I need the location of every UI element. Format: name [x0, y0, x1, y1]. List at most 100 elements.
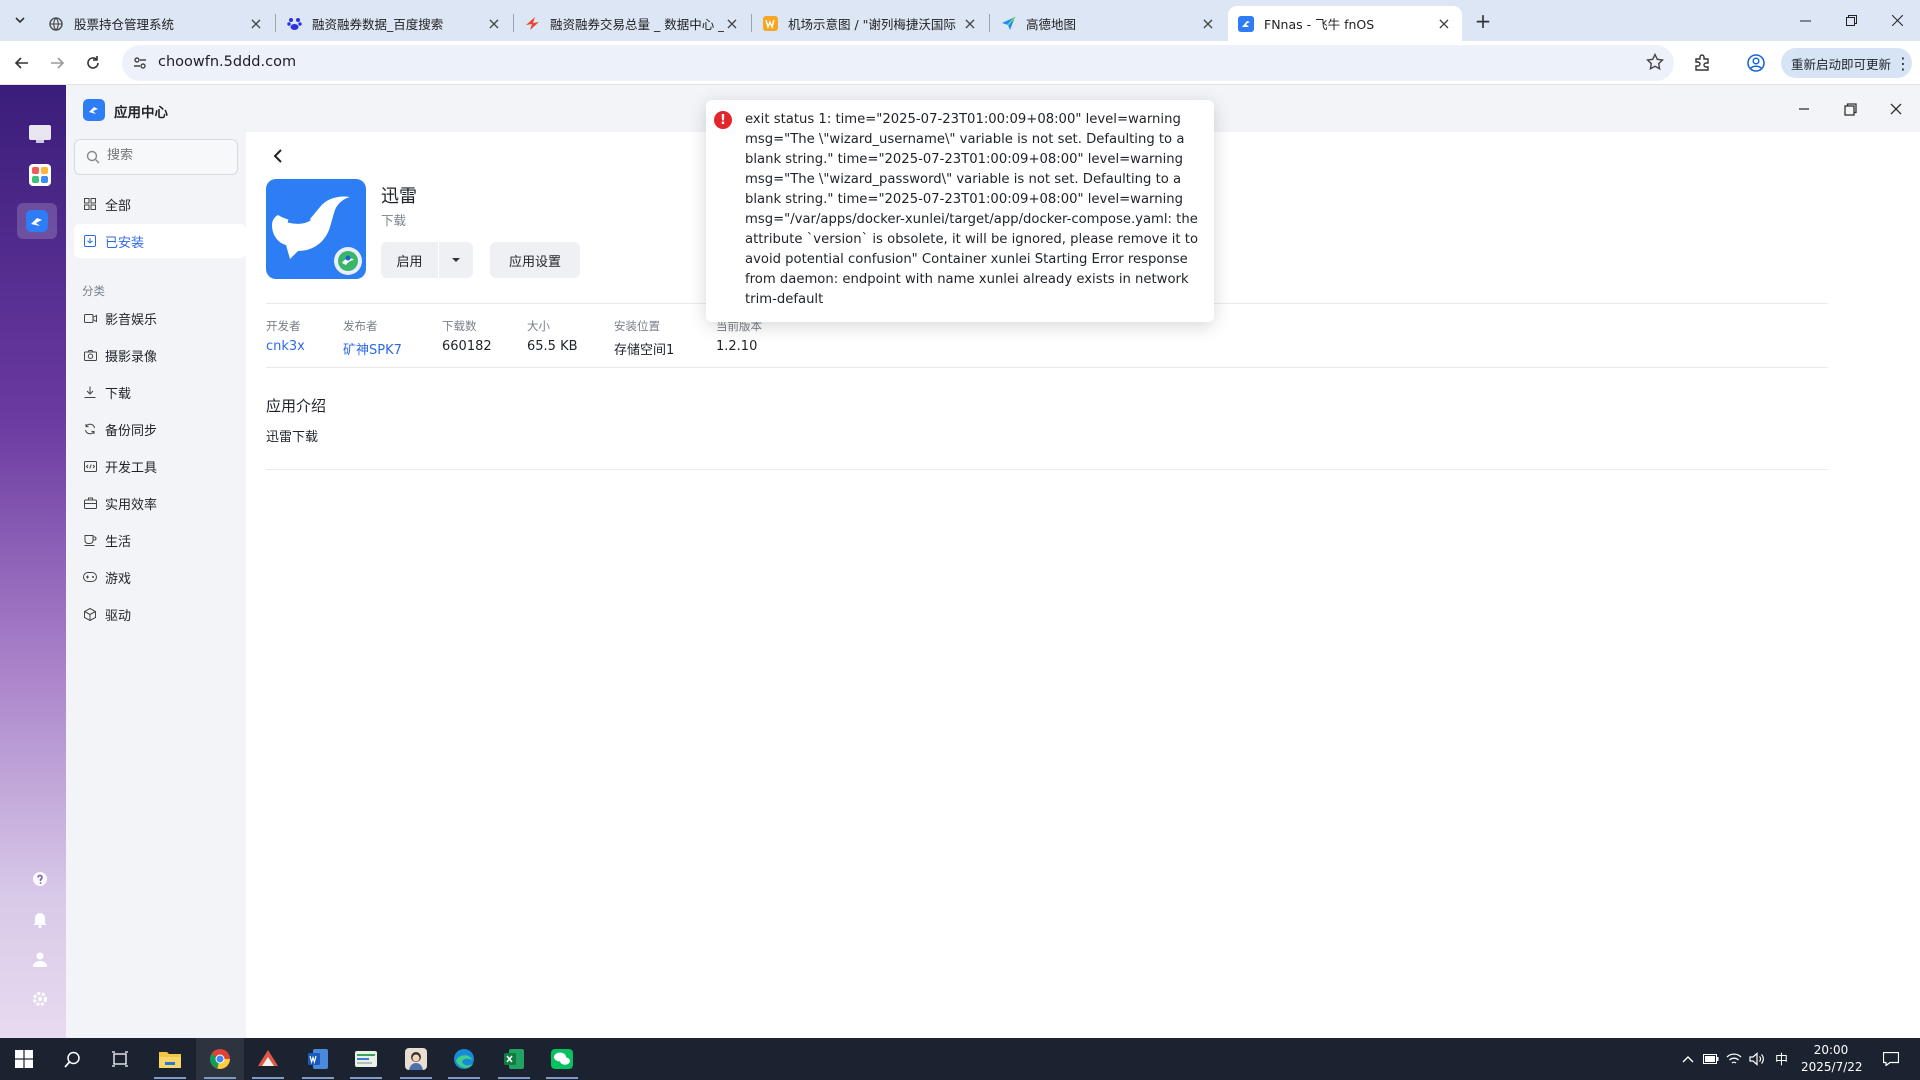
tab-search-button[interactable] — [7, 8, 33, 32]
nav-category-drivers[interactable]: 驱动 — [74, 597, 246, 631]
nav-label: 摄影录像 — [105, 349, 158, 365]
browser-tab[interactable]: 融资融券数据_百度搜索 × — [276, 6, 512, 41]
foxmail-icon[interactable] — [244, 1038, 292, 1080]
tab-title: 融资融券交易总量 _ 数据中心 _ — [550, 17, 724, 32]
ime-indicator[interactable]: 中 — [1775, 1049, 1788, 1068]
video-icon — [83, 311, 97, 325]
browser-tab[interactable]: 股票持仓管理系统 × — [38, 6, 274, 41]
help-icon[interactable] — [31, 870, 49, 888]
new-tab-button[interactable]: + — [1469, 9, 1497, 33]
extensions-icon[interactable] — [1688, 49, 1716, 77]
action-center-icon[interactable] — [1882, 1050, 1900, 1068]
nav-category-media[interactable]: 影音娱乐 — [74, 301, 246, 335]
nav-category-download[interactable]: 下载 — [74, 375, 246, 409]
meta-value: 65.5 KB — [527, 339, 578, 354]
close-tab-icon[interactable]: × — [1436, 14, 1452, 33]
search-box[interactable] — [74, 139, 238, 175]
nav-installed[interactable]: 已安装 — [74, 224, 246, 258]
minimize-window-button[interactable] — [1782, 0, 1828, 40]
edge-icon[interactable] — [440, 1038, 488, 1080]
url-text[interactable]: choowfn.5ddd.com — [158, 54, 296, 70]
eastmoney-icon — [524, 16, 540, 32]
back-button[interactable] — [8, 49, 36, 77]
divider — [266, 469, 1828, 470]
apps-grid-icon[interactable] — [27, 162, 53, 188]
tab-title: 融资融券数据_百度搜索 — [312, 17, 444, 32]
app-settings-button[interactable]: 应用设置 — [490, 242, 580, 278]
system-clock[interactable]: 20:00 2025/7/22 — [1801, 1042, 1863, 1076]
app-name: 迅雷 — [381, 186, 417, 207]
briefcase-icon — [83, 496, 97, 510]
file-explorer-icon[interactable] — [146, 1038, 194, 1080]
close-window-button[interactable] — [1874, 0, 1920, 40]
window-title: 应用中心 — [114, 105, 168, 121]
forward-button[interactable] — [43, 49, 71, 77]
reload-button[interactable] — [79, 49, 107, 77]
meta-value: 1.2.10 — [716, 339, 758, 354]
settings-gear-icon[interactable] — [31, 990, 49, 1008]
more-menu-icon: ⋮ — [1895, 53, 1911, 73]
nav-category-games[interactable]: 游戏 — [74, 560, 246, 594]
word-icon[interactable] — [294, 1038, 342, 1080]
error-message: exit status 1: time="2025-07-23T01:00:09… — [745, 112, 1199, 307]
wechat-icon[interactable] — [538, 1038, 586, 1080]
nav-category-devtools[interactable]: 开发工具 — [74, 449, 246, 483]
nav-label: 下载 — [105, 386, 132, 402]
clock-date: 2025/7/22 — [1801, 1060, 1863, 1074]
close-tab-icon[interactable]: × — [486, 14, 502, 33]
back-arrow-icon[interactable] — [272, 148, 288, 166]
window-close-button[interactable] — [1886, 99, 1906, 119]
publisher-link[interactable]: 矿神SPK7 — [343, 339, 402, 358]
nav-category-backup[interactable]: 备份同步 — [74, 412, 246, 446]
nav-all[interactable]: 全部 — [74, 187, 246, 221]
close-tab-icon[interactable]: × — [248, 14, 264, 33]
fnnas-app-icon[interactable] — [342, 1038, 390, 1080]
close-tab-icon[interactable]: × — [1200, 14, 1216, 33]
volume-icon[interactable] — [1748, 1050, 1766, 1068]
excel-icon[interactable] — [490, 1038, 538, 1080]
developer-link[interactable]: cnk3x — [266, 339, 305, 354]
nav-label: 实用效率 — [105, 497, 158, 513]
network-icon[interactable] — [1725, 1050, 1743, 1068]
browser-tab[interactable]: 融资融券交易总量 _ 数据中心 _ × — [514, 6, 750, 41]
meta-publisher: 发布者 矿神SPK7 — [343, 318, 402, 358]
user-icon[interactable] — [31, 950, 49, 968]
search-input[interactable] — [107, 148, 227, 163]
browser-tab-active[interactable]: FNnas - 飞牛 fnOS × — [1228, 6, 1462, 41]
start-button[interactable] — [0, 1038, 48, 1080]
close-tab-icon[interactable]: × — [724, 14, 740, 33]
desktop-icon[interactable] — [27, 121, 53, 147]
tab-title: 机场示意图 / "谢列梅捷沃国际 — [788, 17, 956, 32]
app-center-logo-icon — [83, 99, 105, 121]
desktop-sidebar — [0, 85, 66, 1038]
nav-label: 全部 — [105, 198, 132, 214]
meta-install-location: 安装位置 存储空间1 — [614, 318, 674, 358]
address-bar[interactable]: choowfn.5ddd.com — [122, 45, 1674, 81]
download-icon — [83, 385, 97, 399]
chrome-icon[interactable] — [196, 1038, 244, 1080]
app-center-icon[interactable] — [17, 203, 57, 239]
task-view-icon[interactable] — [96, 1038, 144, 1080]
enable-button-group: 启用 — [381, 242, 473, 278]
enable-dropdown-button[interactable] — [439, 242, 473, 278]
profile-icon[interactable] — [1742, 49, 1770, 77]
tray-overflow-icon[interactable] — [1679, 1050, 1697, 1068]
notification-bell-icon[interactable] — [31, 910, 49, 928]
restore-window-button[interactable] — [1828, 0, 1874, 40]
nav-category-life[interactable]: 生活 — [74, 523, 246, 557]
sync-icon — [83, 422, 97, 436]
relaunch-update-button[interactable]: 重新启动即可更新 ⋮ — [1781, 48, 1912, 78]
bookmark-star-icon[interactable] — [1646, 53, 1664, 71]
window-minimize-button[interactable] — [1794, 99, 1814, 119]
close-tab-icon[interactable]: × — [962, 14, 978, 33]
search-taskbar-icon[interactable] — [48, 1038, 96, 1080]
browser-tab[interactable]: 高德地图 × — [990, 6, 1226, 41]
avatar-app-icon[interactable] — [392, 1038, 440, 1080]
battery-icon[interactable] — [1702, 1050, 1720, 1068]
nav-category-photo[interactable]: 摄影录像 — [74, 338, 246, 372]
site-info-icon[interactable] — [132, 55, 150, 71]
enable-button[interactable]: 启用 — [381, 242, 439, 278]
window-maximize-button[interactable] — [1840, 99, 1860, 119]
browser-tab[interactable]: 机场示意图 / "谢列梅捷沃国际 × — [752, 6, 988, 41]
nav-category-productivity[interactable]: 实用效率 — [74, 486, 246, 520]
